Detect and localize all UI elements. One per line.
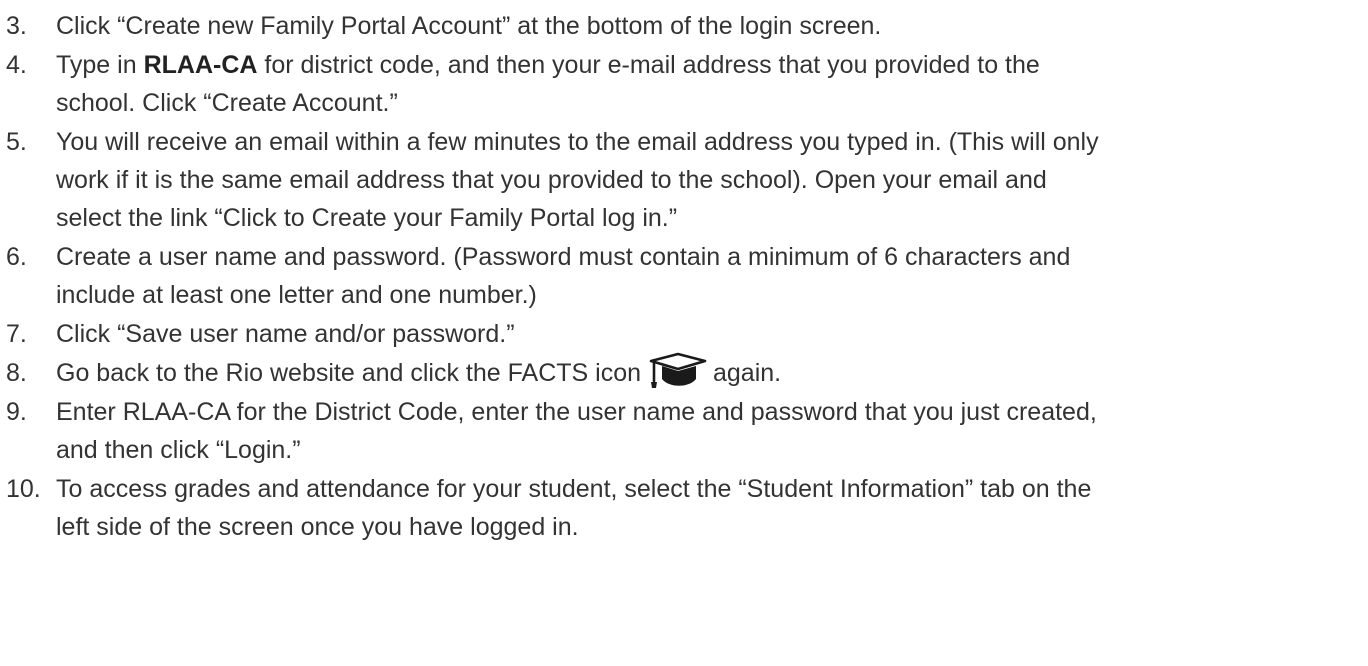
step-number: 9. xyxy=(6,398,27,426)
step-6: 6. Create a user name and password. (Pas… xyxy=(0,238,1356,314)
step-number: 10. xyxy=(6,475,41,503)
step-text-line: Click “Create new Family Portal Account”… xyxy=(56,12,882,40)
step-number: 7. xyxy=(6,320,27,348)
step-number: 8. xyxy=(6,359,27,387)
step-number: 5. xyxy=(6,128,27,156)
step-text-line: Type in RLAA-CA for district code, and t… xyxy=(56,46,1356,84)
step-8: 8. Go back to the Rio website and click … xyxy=(0,353,1356,392)
step-7: 7. Click “Save user name and/or password… xyxy=(0,315,1356,353)
step-text-line: select the link “Click to Create your Fa… xyxy=(56,204,678,232)
step-10: 10. To access grades and attendance for … xyxy=(0,470,1356,546)
step-text-post: for district code, and then your e-mail … xyxy=(257,51,1040,79)
step-9: 9. Enter RLAA-CA for the District Code, … xyxy=(0,393,1356,469)
district-code-bold: RLAA-CA xyxy=(143,51,258,79)
step-number: 4. xyxy=(6,51,27,79)
step-text-line: Enter RLAA-CA for the District Code, ent… xyxy=(56,398,1097,426)
step-text-line: To access grades and attendance for your… xyxy=(56,475,1092,503)
step-text-line: left side of the screen once you have lo… xyxy=(56,513,579,541)
steps-list: 3. Click “Create new Family Portal Accou… xyxy=(0,7,1368,546)
step-text-line: Create a user name and password. (Passwo… xyxy=(56,243,1071,271)
step-text-line: include at least one letter and one numb… xyxy=(56,281,537,309)
step-number: 3. xyxy=(6,12,27,40)
step-text-line: You will receive an email within a few m… xyxy=(56,128,1099,156)
step-text-line: work if it is the same email address tha… xyxy=(56,166,1047,194)
step-4: 4. Type in RLAA-CA for district code, an… xyxy=(0,46,1356,122)
step-text-pre: Type in xyxy=(56,51,144,79)
graduation-cap-icon xyxy=(649,353,707,389)
step-text-pre: Go back to the Rio website and click the… xyxy=(56,359,641,387)
step-text-line: and then click “Login.” xyxy=(56,436,301,464)
step-text-line: Go back to the Rio website and click the… xyxy=(56,353,1356,392)
step-number: 6. xyxy=(6,243,27,271)
step-text-line: school. Click “Create Account.” xyxy=(56,89,398,117)
step-text-line: Click “Save user name and/or password.” xyxy=(56,320,515,348)
step-5: 5. You will receive an email within a fe… xyxy=(0,123,1356,237)
instruction-document: 3. Click “Create new Family Portal Accou… xyxy=(0,0,1368,666)
step-3: 3. Click “Create new Family Portal Accou… xyxy=(0,7,1356,45)
step-text-post: again. xyxy=(713,359,782,387)
